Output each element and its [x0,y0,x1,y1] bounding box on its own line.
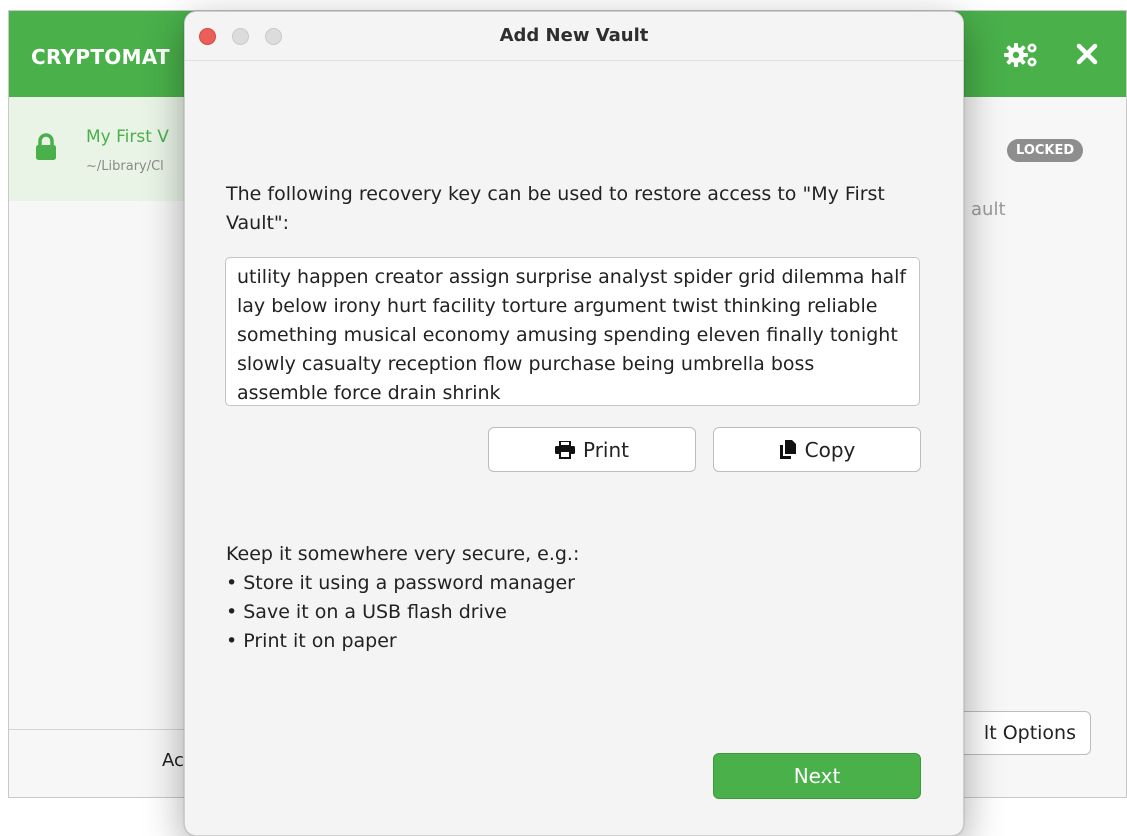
vault-list-footer: Ac [9,729,185,800]
dialog-titlebar: Add New Vault [185,12,963,61]
recovery-key-text: utility happen creator assign surprise a… [237,266,907,404]
copy-button[interactable]: Copy [713,427,921,472]
vault-path: ~/Library/Cl [86,159,164,174]
list-item: • Print it on paper [226,630,397,652]
print-button[interactable]: Print [488,427,696,472]
next-button[interactable]: Next [713,753,921,799]
recovery-key-textarea[interactable]: utility happen creator assign surprise a… [225,257,920,406]
lock-icon [36,133,56,160]
status-badge: LOCKED [1007,139,1084,162]
app-brand: CRYPTOMAT [31,45,170,69]
secure-storage-tips: Keep it somewhere very secure, e.g.: • S… [226,540,826,656]
vault-name: My First V [86,127,169,147]
close-icon[interactable] [1074,41,1100,67]
gear-icon[interactable] [1004,39,1040,69]
print-label: Print [582,437,629,462]
vault-list-item[interactable]: My First V ~/Library/Cl [9,97,185,201]
copy-icon [779,439,796,459]
list-item: • Store it using a password manager [226,572,575,594]
recovery-key-intro: The following recovery key can be used t… [226,183,885,234]
add-vault-button[interactable]: Ac [162,750,184,771]
printer-icon [554,440,575,459]
list-item: • Save it on a USB flash drive [226,601,507,623]
vault-detail-text: ault [971,199,1006,220]
secure-heading: Keep it somewhere very secure, e.g.: [226,543,580,565]
copy-label: Copy [804,437,856,462]
dialog-title: Add New Vault [499,25,649,46]
add-vault-dialog: Add New Vault The following recovery key… [184,11,964,836]
